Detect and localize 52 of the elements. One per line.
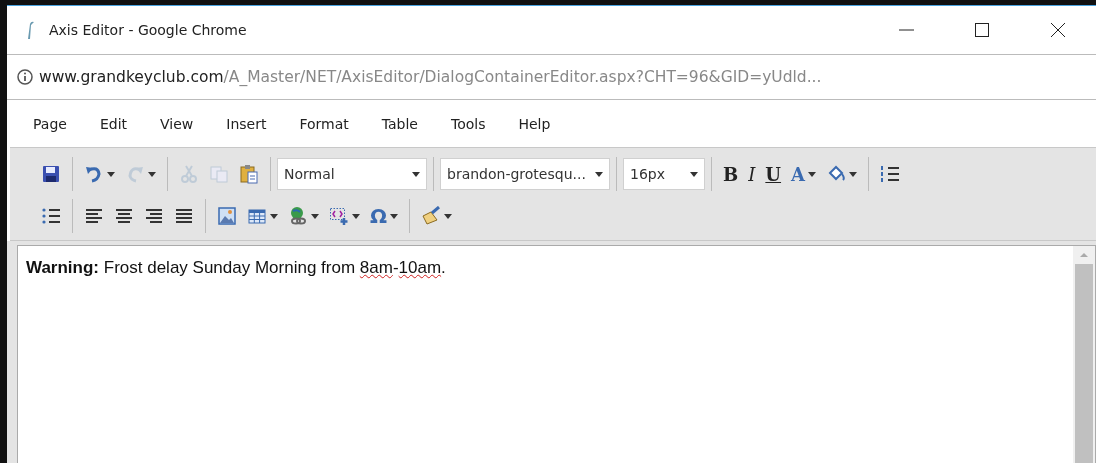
address-bar[interactable]: www.grandkeyclub.com/A_Master/NET/AxisEditor/DialogContainerEditor.aspx?CHT=96&GID=yUdld... xyxy=(7,54,1096,100)
info-icon xyxy=(17,69,33,85)
align-center-icon xyxy=(114,206,134,226)
insert-image-icon xyxy=(217,206,237,226)
caret-icon xyxy=(352,213,360,219)
clean-format-icon xyxy=(421,206,441,226)
align-left-icon xyxy=(84,206,104,226)
underline-button[interactable]: U xyxy=(760,159,787,189)
menu-item[interactable]: Table xyxy=(371,111,428,136)
bold-button[interactable]: B xyxy=(718,159,744,189)
close-icon xyxy=(1050,22,1066,38)
caret-icon xyxy=(270,213,278,219)
window-title: Axis Editor - Google Chrome xyxy=(49,22,248,38)
menu-item[interactable]: Edit xyxy=(89,111,138,136)
app-icon xyxy=(25,20,35,40)
dropdown-select[interactable]: Normal xyxy=(277,158,427,190)
menu-item[interactable]: Format xyxy=(289,111,359,136)
font-color-button[interactable]: A xyxy=(786,159,821,189)
menu-item[interactable]: Tools xyxy=(440,111,496,136)
numbered-list-icon xyxy=(880,164,900,184)
minimize-icon xyxy=(898,29,914,31)
caret-icon xyxy=(849,171,857,177)
maximize-icon xyxy=(974,22,990,38)
insert-container-icon xyxy=(329,206,349,226)
cut-icon xyxy=(179,164,199,184)
paste-icon xyxy=(239,164,259,184)
menu-item[interactable]: Insert xyxy=(216,111,277,136)
caret-icon xyxy=(148,171,156,177)
caret-icon xyxy=(311,213,319,219)
special-character-button[interactable]: Ω xyxy=(365,201,403,231)
italic-button[interactable]: I xyxy=(743,159,761,189)
editor-area[interactable]: Warning: Frost delay Sunday Morning from 8am-10am. xyxy=(17,245,1096,463)
editor-text: Warning: Frost delay Sunday Morning from 8am-10am. xyxy=(25,257,447,279)
dropdown-select[interactable]: brandon-grotesqu... xyxy=(440,158,610,190)
menu-item[interactable]: Page xyxy=(23,111,77,136)
scrollbar[interactable] xyxy=(1073,246,1095,463)
dropdown-select[interactable]: 16px xyxy=(623,158,705,190)
caret-icon xyxy=(412,171,420,177)
bullet-list-icon xyxy=(41,206,61,226)
caret-icon xyxy=(444,213,452,219)
caret-icon xyxy=(690,171,698,177)
caret-icon xyxy=(808,171,816,177)
copy-icon xyxy=(209,164,229,184)
justify-icon xyxy=(174,206,194,226)
caret-icon xyxy=(595,171,603,177)
menu-item[interactable]: Help xyxy=(508,111,561,136)
caret-icon xyxy=(107,171,115,177)
align-right-icon xyxy=(144,206,164,226)
caret-icon xyxy=(390,213,398,219)
insert-table-icon xyxy=(247,206,267,226)
insert-link-icon xyxy=(288,206,308,226)
menu-item[interactable]: View xyxy=(150,111,204,136)
